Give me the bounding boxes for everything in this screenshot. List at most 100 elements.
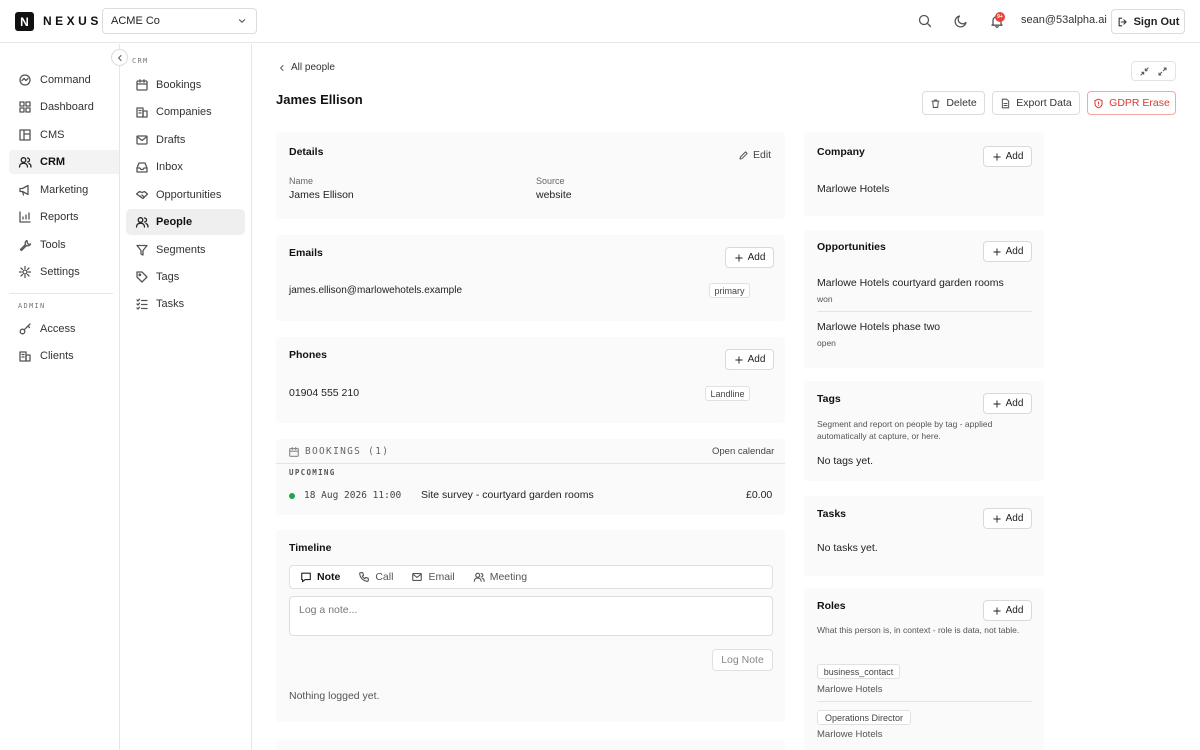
filter-icon (136, 244, 148, 256)
email-address[interactable]: james.ellison@marlowehotels.example (289, 285, 462, 296)
plus-icon (992, 514, 1001, 523)
crm-nav-companies[interactable]: Companies (126, 99, 245, 125)
expand-icon[interactable] (1157, 66, 1168, 77)
add-tag-button[interactable]: Add (983, 393, 1032, 414)
add-label: Add (1005, 151, 1024, 162)
open-calendar-link[interactable]: Open calendar (712, 446, 774, 457)
crm-nav-label: Segments (156, 244, 206, 256)
search-icon[interactable] (917, 13, 933, 29)
gear-icon (18, 265, 32, 279)
crm-nav-segments[interactable]: Segments (126, 237, 245, 263)
sidebar-item-settings[interactable]: Settings (9, 260, 119, 284)
tab-label: Call (375, 571, 394, 583)
crm-nav-people[interactable]: People (126, 209, 245, 235)
timeline-empty-state: Nothing logged yet. (289, 690, 380, 702)
mail-icon (412, 573, 423, 581)
crm-nav-label: Tasks (156, 298, 185, 310)
sidebar-item-marketing[interactable]: Marketing (9, 178, 119, 202)
log-note-button[interactable]: Log Note (712, 649, 773, 671)
sidebar-item-command[interactable]: Command (9, 68, 119, 92)
crm-nav-tasks[interactable]: Tasks (126, 291, 245, 317)
tags-description: Segment and report on people by tag - ap… (817, 419, 993, 441)
role-company[interactable]: Marlowe Hotels (817, 729, 882, 740)
crm-nav-drafts[interactable]: Drafts (126, 127, 245, 153)
crm-nav-bookings[interactable]: Bookings (126, 72, 245, 98)
plus-icon (734, 253, 743, 262)
sidebar-item-cms[interactable]: CMS (9, 123, 119, 147)
delete-button[interactable]: Delete (922, 91, 985, 115)
logo-mark[interactable]: N (15, 12, 34, 31)
chevron-down-icon (238, 19, 246, 23)
sidebar-item-label: CMS (40, 129, 65, 141)
organization-select[interactable]: ACME Co (102, 8, 257, 34)
export-data-button[interactable]: Export Data (992, 91, 1080, 115)
add-opportunity-button[interactable]: Add (983, 241, 1032, 262)
timeline-tab-note[interactable]: Note (294, 568, 346, 586)
add-email-button[interactable]: Add (725, 247, 774, 268)
note-input[interactable] (289, 596, 773, 636)
plus-icon (992, 606, 1001, 615)
crm-nav-label: People (156, 216, 193, 228)
add-role-button[interactable]: Add (983, 600, 1032, 621)
tasks-icon (136, 298, 148, 310)
timeline-tab-meeting[interactable]: Meeting (467, 568, 533, 586)
add-phone-button[interactable]: Add (725, 349, 774, 370)
role-divider (817, 701, 1032, 702)
tasks-empty-state: No tasks yet. (817, 542, 878, 554)
trash-icon (931, 98, 940, 108)
bookings-divider (276, 463, 785, 464)
booking-amount: £0.00 (746, 489, 773, 501)
crm-icon (18, 157, 32, 168)
inbox-icon (136, 162, 148, 173)
sign-out-button[interactable]: Sign Out (1111, 9, 1185, 34)
opportunity-name[interactable]: Marlowe Hotels courtyard garden rooms (817, 277, 1004, 289)
plus-icon (992, 247, 1001, 256)
add-label: Add (1005, 398, 1024, 409)
add-company-button[interactable]: Add (983, 146, 1032, 167)
collapse-sidebar-button[interactable] (111, 49, 128, 66)
timeline-tabs: Note Call Email Meeting (289, 565, 773, 589)
crm-sidebar: CRM Bookings Companies Drafts Inbox Oppo… (120, 44, 252, 750)
crm-nav-tags[interactable]: Tags (126, 264, 245, 290)
edit-details-button[interactable]: Edit (738, 149, 771, 161)
tasks-title: Tasks (817, 508, 846, 520)
sidebar-item-dashboard[interactable]: Dashboard (9, 95, 119, 119)
crm-nav-inbox[interactable]: Inbox (126, 154, 245, 180)
sidebar-item-reports[interactable]: Reports (9, 205, 119, 229)
name-label: Name (289, 176, 314, 186)
add-task-button[interactable]: Add (983, 508, 1032, 529)
timeline-tab-email[interactable]: Email (405, 568, 460, 586)
sidebar-item-access[interactable]: Access (9, 317, 119, 341)
opportunity-status: won (817, 294, 833, 304)
phones-title: Phones (289, 349, 327, 361)
opportunity-divider (817, 311, 1032, 312)
plus-icon (734, 355, 743, 364)
sidebar-item-label: Clients (40, 350, 74, 362)
gdpr-erase-button[interactable]: GDPR Erase (1087, 91, 1176, 115)
role-company[interactable]: Marlowe Hotels (817, 684, 882, 695)
add-label: Add (1005, 246, 1024, 257)
sidebar-item-label: Reports (40, 211, 79, 223)
company-title: Company (817, 146, 865, 158)
collapse-icon[interactable] (1139, 66, 1150, 77)
moon-icon[interactable] (953, 13, 969, 29)
sidebar-item-label: Access (40, 323, 76, 335)
name-value: James Ellison (289, 189, 354, 201)
back-to-people-link[interactable]: All people (277, 62, 335, 73)
export-data-label: Export Data (1016, 97, 1072, 109)
brand-name[interactable]: NEXUS (43, 14, 102, 28)
sidebar-item-crm[interactable]: CRM (9, 150, 119, 174)
booking-name[interactable]: Site survey - courtyard garden rooms (421, 489, 594, 501)
organization-select-value: ACME Co (111, 15, 160, 27)
roles-description: What this person is, in context - role i… (817, 625, 1020, 635)
plus-icon (992, 152, 1001, 161)
crm-nav-label: Inbox (156, 161, 183, 173)
sidebar-item-tools[interactable]: Tools (9, 233, 119, 257)
phone-number[interactable]: 01904 555 210 (289, 387, 359, 399)
timeline-tab-call[interactable]: Call (352, 568, 399, 586)
crm-nav-opportunities[interactable]: Opportunities (126, 182, 245, 208)
company-value[interactable]: Marlowe Hotels (817, 183, 889, 195)
opportunity-name[interactable]: Marlowe Hotels phase two (817, 321, 940, 333)
sidebar-item-clients[interactable]: Clients (9, 344, 119, 368)
chevron-left-icon (117, 54, 122, 61)
